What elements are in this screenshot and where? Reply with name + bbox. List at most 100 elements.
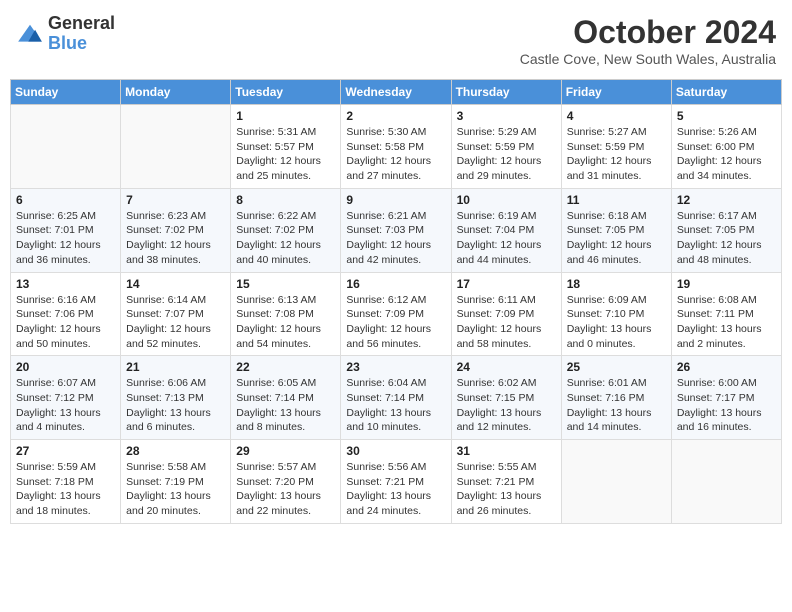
day-cell: 18 Sunrise: 6:09 AM Sunset: 7:10 PM Dayli… (561, 272, 671, 356)
day-number: 21 (126, 360, 225, 374)
day-cell: 13 Sunrise: 6:16 AM Sunset: 7:06 PM Dayli… (11, 272, 121, 356)
day-cell: 10Sunrise: 6:19 AM Sunset: 7:04 PM Dayli… (451, 188, 561, 272)
day-number: 17 (457, 277, 556, 291)
day-cell: 4 Sunrise: 5:27 AM Sunset: 5:59 PM Daylig… (561, 105, 671, 189)
day-info: Sunrise: 6:12 AM Sunset: 7:09 PM Dayligh… (346, 293, 445, 352)
day-cell: 14Sunrise: 6:14 AM Sunset: 7:07 PM Dayli… (121, 272, 231, 356)
day-info: Sunrise: 6:08 AM Sunset: 7:11 PM Dayligh… (677, 293, 776, 352)
day-info: Sunrise: 6:06 AM Sunset: 7:13 PM Dayligh… (126, 376, 225, 435)
day-info: Sunrise: 6:13 AM Sunset: 7:08 PM Dayligh… (236, 293, 335, 352)
day-number: 30 (346, 444, 445, 458)
day-cell (11, 105, 121, 189)
day-info: Sunrise: 5:27 AM Sunset: 5:59 PM Dayligh… (567, 125, 666, 184)
day-cell: 30 Sunrise: 5:56 AM Sunset: 7:21 PM Dayli… (341, 440, 451, 524)
day-info: Sunrise: 6:00 AM Sunset: 7:17 PM Dayligh… (677, 376, 776, 435)
day-info: Sunrise: 5:29 AM Sunset: 5:59 PM Dayligh… (457, 125, 556, 184)
day-number: 19 (677, 277, 776, 291)
day-info: Sunrise: 6:22 AM Sunset: 7:02 PM Dayligh… (236, 209, 335, 268)
day-info: Sunrise: 5:31 AM Sunset: 5:57 PM Dayligh… (236, 125, 335, 184)
day-cell: 1 Sunrise: 5:31 AM Sunset: 5:57 PM Daylig… (231, 105, 341, 189)
day-number: 11 (567, 193, 666, 207)
day-info: Sunrise: 5:58 AM Sunset: 7:19 PM Dayligh… (126, 460, 225, 519)
day-info: Sunrise: 6:18 AM Sunset: 7:05 PM Dayligh… (567, 209, 666, 268)
day-cell: 8Sunrise: 6:22 AM Sunset: 7:02 PM Daylig… (231, 188, 341, 272)
week-row-2: 6 Sunrise: 6:25 AM Sunset: 7:01 PM Daylig… (11, 188, 782, 272)
week-row-3: 13 Sunrise: 6:16 AM Sunset: 7:06 PM Dayli… (11, 272, 782, 356)
day-cell: 29 Sunrise: 5:57 AM Sunset: 7:20 PM Dayli… (231, 440, 341, 524)
day-cell: 17Sunrise: 6:11 AM Sunset: 7:09 PM Dayli… (451, 272, 561, 356)
day-number: 9 (346, 193, 445, 207)
logo-icon (16, 23, 44, 45)
day-number: 22 (236, 360, 335, 374)
day-info: Sunrise: 6:07 AM Sunset: 7:12 PM Dayligh… (16, 376, 115, 435)
day-info: Sunrise: 5:26 AM Sunset: 6:00 PM Dayligh… (677, 125, 776, 184)
day-number: 4 (567, 109, 666, 123)
day-cell: 26Sunrise: 6:00 AM Sunset: 7:17 PM Dayli… (671, 356, 781, 440)
day-number: 24 (457, 360, 556, 374)
day-cell: 25 Sunrise: 6:01 AM Sunset: 7:16 PM Dayli… (561, 356, 671, 440)
day-number: 23 (346, 360, 445, 374)
day-info: Sunrise: 6:09 AM Sunset: 7:10 PM Dayligh… (567, 293, 666, 352)
day-number: 13 (16, 277, 115, 291)
day-number: 16 (346, 277, 445, 291)
day-info: Sunrise: 6:02 AM Sunset: 7:15 PM Dayligh… (457, 376, 556, 435)
col-header-tuesday: Tuesday (231, 80, 341, 105)
day-info: Sunrise: 5:55 AM Sunset: 7:21 PM Dayligh… (457, 460, 556, 519)
title-block: October 2024 Castle Cove, New South Wale… (520, 14, 776, 67)
week-row-5: 27Sunrise: 5:59 AM Sunset: 7:18 PM Dayli… (11, 440, 782, 524)
day-cell: 12Sunrise: 6:17 AM Sunset: 7:05 PM Dayli… (671, 188, 781, 272)
day-number: 1 (236, 109, 335, 123)
logo-text: GeneralBlue (48, 14, 115, 54)
calendar: SundayMondayTuesdayWednesdayThursdayFrid… (10, 79, 782, 524)
day-info: Sunrise: 6:25 AM Sunset: 7:01 PM Dayligh… (16, 209, 115, 268)
day-info: Sunrise: 6:01 AM Sunset: 7:16 PM Dayligh… (567, 376, 666, 435)
day-number: 20 (16, 360, 115, 374)
day-cell: 23 Sunrise: 6:04 AM Sunset: 7:14 PM Dayli… (341, 356, 451, 440)
day-cell: 3 Sunrise: 5:29 AM Sunset: 5:59 PM Daylig… (451, 105, 561, 189)
day-cell: 21 Sunrise: 6:06 AM Sunset: 7:13 PM Dayli… (121, 356, 231, 440)
day-cell: 24 Sunrise: 6:02 AM Sunset: 7:15 PM Dayli… (451, 356, 561, 440)
day-number: 28 (126, 444, 225, 458)
day-cell: 7 Sunrise: 6:23 AM Sunset: 7:02 PM Daylig… (121, 188, 231, 272)
subtitle: Castle Cove, New South Wales, Australia (520, 51, 776, 67)
day-info: Sunrise: 6:23 AM Sunset: 7:02 PM Dayligh… (126, 209, 225, 268)
day-number: 10 (457, 193, 556, 207)
day-number: 3 (457, 109, 556, 123)
day-cell: 31 Sunrise: 5:55 AM Sunset: 7:21 PM Dayli… (451, 440, 561, 524)
day-info: Sunrise: 6:16 AM Sunset: 7:06 PM Dayligh… (16, 293, 115, 352)
day-info: Sunrise: 6:04 AM Sunset: 7:14 PM Dayligh… (346, 376, 445, 435)
col-header-friday: Friday (561, 80, 671, 105)
day-cell: 5 Sunrise: 5:26 AM Sunset: 6:00 PM Daylig… (671, 105, 781, 189)
day-info: Sunrise: 6:17 AM Sunset: 7:05 PM Dayligh… (677, 209, 776, 268)
day-cell: 15 Sunrise: 6:13 AM Sunset: 7:08 PM Dayli… (231, 272, 341, 356)
week-row-1: 1 Sunrise: 5:31 AM Sunset: 5:57 PM Daylig… (11, 105, 782, 189)
logo: GeneralBlue (16, 14, 115, 54)
day-number: 29 (236, 444, 335, 458)
day-info: Sunrise: 6:14 AM Sunset: 7:07 PM Dayligh… (126, 293, 225, 352)
day-number: 7 (126, 193, 225, 207)
day-cell: 9Sunrise: 6:21 AM Sunset: 7:03 PM Daylig… (341, 188, 451, 272)
day-number: 31 (457, 444, 556, 458)
day-info: Sunrise: 5:57 AM Sunset: 7:20 PM Dayligh… (236, 460, 335, 519)
day-number: 27 (16, 444, 115, 458)
day-number: 5 (677, 109, 776, 123)
day-number: 25 (567, 360, 666, 374)
page-header: GeneralBlue October 2024 Castle Cove, Ne… (10, 10, 782, 71)
day-info: Sunrise: 5:30 AM Sunset: 5:58 PM Dayligh… (346, 125, 445, 184)
day-cell: 19 Sunrise: 6:08 AM Sunset: 7:11 PM Dayli… (671, 272, 781, 356)
day-info: Sunrise: 5:56 AM Sunset: 7:21 PM Dayligh… (346, 460, 445, 519)
day-cell (121, 105, 231, 189)
col-header-sunday: Sunday (11, 80, 121, 105)
day-number: 15 (236, 277, 335, 291)
col-header-saturday: Saturday (671, 80, 781, 105)
day-number: 2 (346, 109, 445, 123)
day-number: 6 (16, 193, 115, 207)
day-cell: 20 Sunrise: 6:07 AM Sunset: 7:12 PM Dayli… (11, 356, 121, 440)
day-cell: 28 Sunrise: 5:58 AM Sunset: 7:19 PM Dayli… (121, 440, 231, 524)
day-cell (561, 440, 671, 524)
main-title: October 2024 (520, 14, 776, 51)
day-cell: 22 Sunrise: 6:05 AM Sunset: 7:14 PM Dayli… (231, 356, 341, 440)
day-info: Sunrise: 6:05 AM Sunset: 7:14 PM Dayligh… (236, 376, 335, 435)
day-cell: 6 Sunrise: 6:25 AM Sunset: 7:01 PM Daylig… (11, 188, 121, 272)
day-number: 18 (567, 277, 666, 291)
